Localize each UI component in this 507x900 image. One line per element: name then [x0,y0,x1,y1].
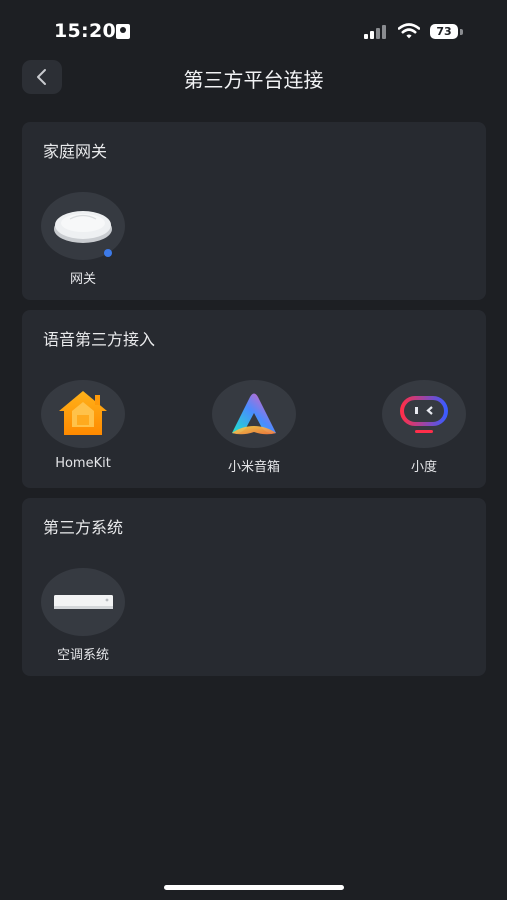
battery-tip [460,29,463,35]
device-label: 空调系统 [56,648,109,663]
battery-icon: 73 [430,24,458,39]
gateway-device[interactable]: 网关 [28,192,138,287]
page-title: 第三方平台连接 [183,68,324,92]
air-conditioner-device[interactable]: 空调系统 [28,568,138,663]
device-label: 小度 [410,460,437,475]
air-conditioner-icon [41,568,125,636]
device-label: 小米音箱 [227,460,280,475]
contact-card-icon [116,24,130,39]
wifi-icon [398,23,420,39]
voice-integration-card: 语音第三方接入 HomeKit 小米音箱 小度 [22,310,486,488]
gateway-icon [41,192,125,260]
homekit-icon [41,380,125,448]
xiaodu-icon [382,380,466,448]
device-label: 网关 [69,272,96,287]
nav-bar: 第三方平台连接 [0,58,507,98]
xiaomi-speaker-icon [212,380,296,448]
xiaodu-device[interactable]: 小度 [369,380,479,475]
home-indicator [164,885,344,890]
homekit-device[interactable]: HomeKit [28,380,138,471]
third-party-system-card: 第三方系统 空调系统 [22,498,486,676]
status-time: 15:20 [54,20,116,42]
home-gateway-card: 家庭网关 网关 [22,122,486,300]
section-title: 第三方系统 [43,518,124,537]
section-title: 语音第三方接入 [43,330,156,349]
status-bar: 15:20 73 [0,0,507,58]
device-label: HomeKit [55,456,111,471]
section-title: 家庭网关 [43,142,108,161]
cellular-signal-icon [364,25,386,39]
xiaomi-speaker-device[interactable]: 小米音箱 [199,380,309,475]
